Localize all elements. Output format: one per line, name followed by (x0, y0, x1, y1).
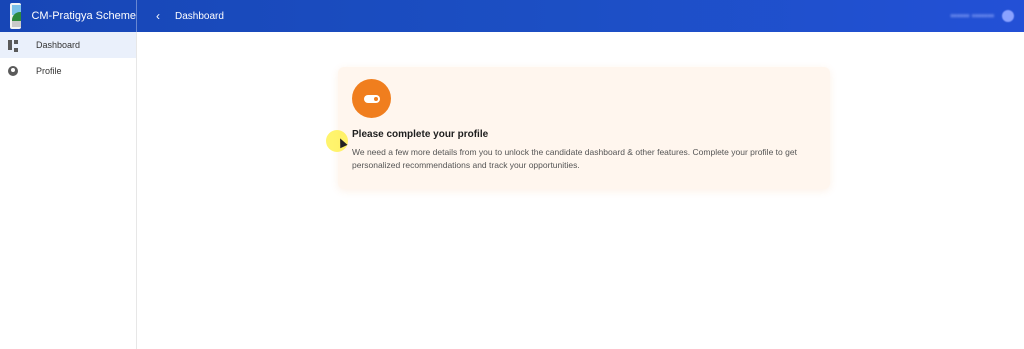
sidebar-item-label: Dashboard (36, 40, 81, 50)
chevron-left-icon[interactable]: ‹ (151, 9, 165, 23)
toggle-icon (352, 79, 391, 118)
avatar[interactable] (1002, 10, 1014, 22)
user-menu[interactable]: •••••• ••••••• (951, 0, 1014, 32)
profile-completion-card: Please complete your profile We need a f… (338, 67, 830, 189)
account-circle-icon (8, 66, 18, 76)
sidebar-item-label: Profile (36, 66, 62, 76)
sidebar-item-dashboard[interactable]: Dashboard (0, 32, 136, 58)
top-header: CM-Pratigya Scheme ‹ Dashboard •••••• ••… (0, 0, 1024, 32)
card-message: We need a few more details from you to u… (352, 147, 797, 170)
user-name-blurred: •••••• ••••••• (950, 11, 994, 21)
main-content: Please complete your profile We need a f… (138, 32, 1024, 349)
card-title: Please complete your profile (352, 129, 489, 140)
app-title: CM-Pratigya Scheme (31, 10, 136, 22)
sidebar: Dashboard Profile (0, 32, 137, 349)
sidebar-item-profile[interactable]: Profile (0, 58, 136, 84)
breadcrumb: Dashboard (175, 10, 224, 22)
brand[interactable]: CM-Pratigya Scheme (0, 0, 137, 32)
scheme-logo (10, 3, 22, 29)
dashboard-icon (8, 40, 18, 52)
